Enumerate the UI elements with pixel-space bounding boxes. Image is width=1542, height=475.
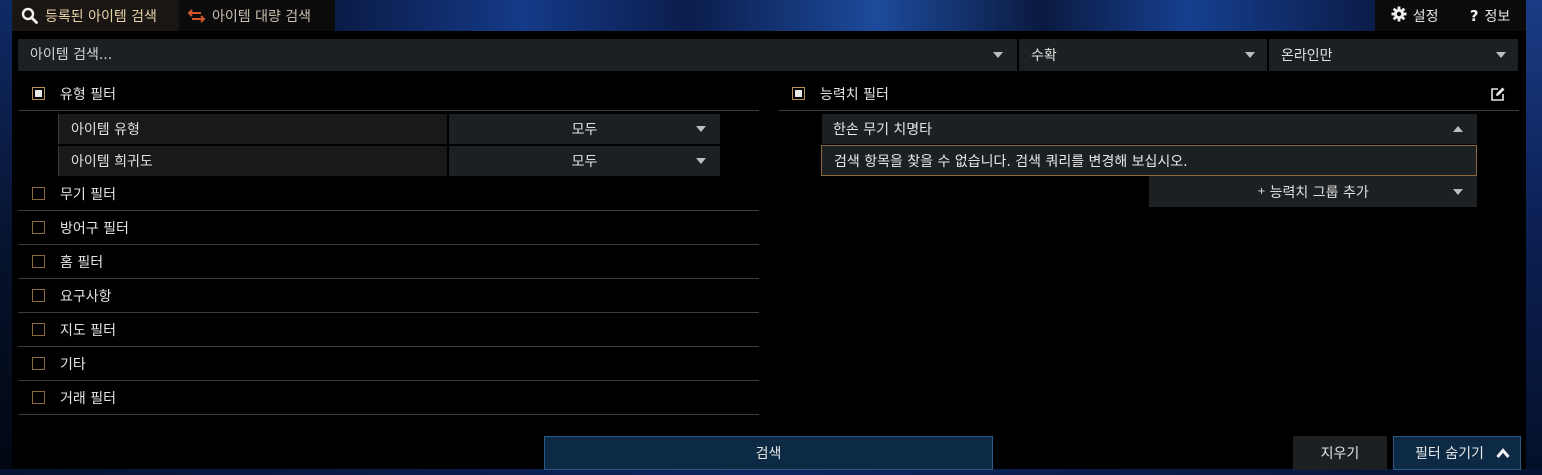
stat-filter-group[interactable]: 능력치 필터 bbox=[778, 77, 1519, 111]
chevron-down-icon bbox=[696, 158, 706, 164]
online-select-value: 온라인만 bbox=[1281, 48, 1333, 64]
status-select[interactable]: 수확 bbox=[1019, 39, 1267, 71]
hide-filters-button[interactable]: 필터 숨기기 bbox=[1393, 436, 1521, 470]
trade-filter-group[interactable]: 거래 필터 bbox=[18, 381, 759, 415]
background-art-right bbox=[1526, 0, 1542, 475]
type-filter-group[interactable]: 유형 필터 bbox=[18, 77, 759, 111]
stat-search-field[interactable] bbox=[822, 114, 1477, 144]
chevron-up-icon bbox=[1496, 447, 1510, 463]
item-type-label: 아이템 유형 bbox=[58, 114, 447, 144]
top-right-links: 설정 ? 정보 bbox=[1375, 0, 1526, 31]
plus-icon: + bbox=[1257, 186, 1266, 197]
settings-link[interactable]: 설정 bbox=[1391, 6, 1439, 26]
tab-label: 등록된 아이템 검색 bbox=[45, 8, 157, 25]
misc-filter-checkbox[interactable] bbox=[32, 357, 45, 370]
requirements-filter-checkbox[interactable] bbox=[32, 289, 45, 302]
requirements-filter-group[interactable]: 요구사항 bbox=[18, 279, 759, 313]
tab-bulk-item-exchange[interactable]: 아이템 대량 검색 bbox=[179, 0, 335, 31]
armour-filter-label: 방어구 필터 bbox=[60, 220, 129, 237]
weapon-filter-label: 무기 필터 bbox=[60, 186, 116, 203]
item-type-select[interactable]: 모두 bbox=[449, 114, 720, 144]
online-select[interactable]: 온라인만 bbox=[1269, 39, 1518, 71]
socket-filter-group[interactable]: 홈 필터 bbox=[18, 245, 759, 279]
status-select-value: 수확 bbox=[1031, 48, 1057, 64]
search-icon bbox=[20, 7, 38, 25]
misc-filter-group[interactable]: 기타 bbox=[18, 347, 759, 381]
background-art-top bbox=[335, 0, 1375, 31]
item-rarity-row: 아이템 희귀도 모두 bbox=[58, 146, 720, 176]
question-icon: ? bbox=[1469, 6, 1479, 25]
chevron-down-icon bbox=[696, 126, 706, 132]
chevron-down-icon bbox=[1496, 52, 1506, 58]
trade-filter-label: 거래 필터 bbox=[60, 390, 116, 407]
map-filter-label: 지도 필터 bbox=[60, 322, 116, 339]
background-art-left bbox=[0, 0, 12, 475]
about-label: 정보 bbox=[1484, 8, 1511, 25]
search-button-label: 검색 bbox=[755, 446, 782, 462]
item-type-value: 모두 bbox=[571, 122, 598, 138]
weapon-filter-group[interactable]: 무기 필터 bbox=[18, 177, 759, 211]
trade-filter-checkbox[interactable] bbox=[32, 391, 45, 404]
tab-search-listed-items[interactable]: 등록된 아이템 검색 bbox=[12, 0, 179, 31]
item-search-field[interactable] bbox=[18, 39, 1017, 71]
item-rarity-select[interactable]: 모두 bbox=[449, 146, 720, 176]
armour-filter-checkbox[interactable] bbox=[32, 221, 45, 234]
about-link[interactable]: ? 정보 bbox=[1470, 6, 1510, 26]
chevron-down-icon bbox=[1245, 52, 1255, 58]
add-stat-group-button[interactable]: + 능력치 그룹 추가 bbox=[1149, 176, 1477, 207]
clear-button[interactable]: 지우기 bbox=[1293, 436, 1387, 470]
chevron-down-icon[interactable] bbox=[993, 52, 1003, 58]
chevron-up-icon[interactable] bbox=[1453, 126, 1463, 132]
clear-button-label: 지우기 bbox=[1320, 446, 1360, 462]
type-filter-checkbox[interactable] bbox=[32, 87, 45, 100]
map-filter-checkbox[interactable] bbox=[32, 323, 45, 336]
chevron-down-icon bbox=[1453, 189, 1463, 195]
weapon-filter-checkbox[interactable] bbox=[32, 187, 45, 200]
search-button[interactable]: 검색 bbox=[544, 436, 993, 470]
socket-filter-checkbox[interactable] bbox=[32, 255, 45, 268]
tab-label: 아이템 대량 검색 bbox=[212, 8, 312, 25]
hide-filters-label: 필터 숨기기 bbox=[1415, 446, 1484, 462]
armour-filter-group[interactable]: 방어구 필터 bbox=[18, 211, 759, 245]
add-stat-group-label: 능력치 그룹 추가 bbox=[1269, 184, 1369, 201]
settings-label: 설정 bbox=[1412, 8, 1439, 25]
no-results-message: 검색 항목을 찾을 수 없습니다. 검색 쿼리를 변경해 보십시오. bbox=[821, 145, 1477, 176]
type-filter-label: 유형 필터 bbox=[60, 86, 116, 103]
misc-filter-label: 기타 bbox=[60, 356, 86, 373]
item-search-input[interactable] bbox=[18, 39, 1017, 71]
stat-filter-checkbox[interactable] bbox=[792, 87, 805, 100]
socket-filter-label: 홈 필터 bbox=[60, 254, 104, 271]
map-filter-group[interactable]: 지도 필터 bbox=[18, 313, 759, 347]
item-rarity-value: 모두 bbox=[571, 154, 598, 170]
requirements-filter-label: 요구사항 bbox=[60, 288, 112, 305]
stat-filter-label: 능력치 필터 bbox=[820, 86, 889, 103]
gear-icon bbox=[1391, 6, 1407, 26]
item-rarity-label: 아이템 희귀도 bbox=[58, 146, 447, 176]
stat-search-input[interactable] bbox=[822, 114, 1477, 144]
exchange-arrows-icon bbox=[187, 7, 205, 25]
item-type-row: 아이템 유형 모두 bbox=[58, 114, 720, 144]
edit-icon[interactable] bbox=[1490, 86, 1506, 102]
